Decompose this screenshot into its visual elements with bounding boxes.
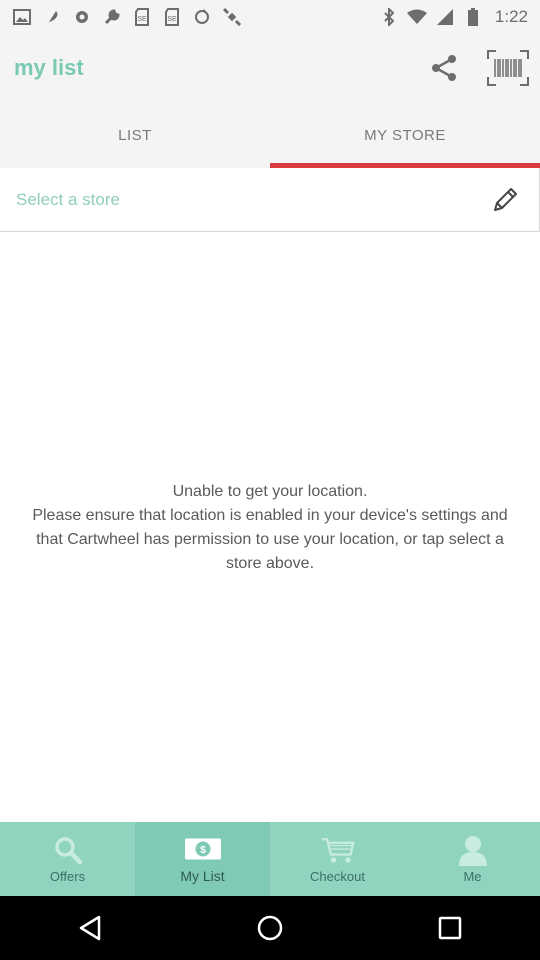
battery-icon [463,7,483,27]
feather-icon [42,7,62,27]
bottom-nav: Offers $ My List Checkout Me [0,822,540,896]
app-bar-actions [412,36,540,100]
nav-checkout[interactable]: Checkout [270,822,405,896]
nav-label: My List [180,868,225,884]
svg-text:SE: SE [167,16,177,23]
tab-list[interactable]: LIST [0,103,270,168]
share-button[interactable] [412,36,476,100]
system-status-icons: 1:22 [379,7,540,27]
notification-icons: SE SE [0,7,242,27]
tab-bar: LIST MY STORE [0,103,540,168]
bluetooth-icon [379,7,399,27]
edit-store-button[interactable] [485,180,525,220]
back-button[interactable] [60,898,120,958]
select-store-label: Select a store [16,189,120,209]
back-icon [79,915,101,941]
settings-icon [72,7,92,27]
recents-icon [438,916,462,940]
image-icon [12,7,32,27]
page-title: my list [14,55,84,80]
nav-offers[interactable]: Offers [0,822,135,896]
app-bar: my list [0,33,540,103]
cart-icon [320,835,356,865]
svg-text:$: $ [200,844,206,856]
share-icon [432,55,456,81]
location-error-message: Unable to get your location. Please ensu… [32,483,508,572]
tab-label: MY STORE [364,127,446,144]
dollar-tag-icon: $ [184,834,221,864]
wifi-icon [406,7,427,27]
nav-my-list[interactable]: $ My List [135,822,270,896]
home-button[interactable] [240,898,300,958]
signal-icon [435,7,455,27]
nav-me[interactable]: Me [405,822,540,896]
sdcard-icon: SE [162,7,182,27]
tab-my-store[interactable]: MY STORE [270,103,540,168]
recents-button[interactable] [420,898,480,958]
system-nav-bar [0,896,540,960]
svg-text:SE: SE [137,16,147,23]
barcode-scan-button[interactable] [476,36,540,100]
select-store-row[interactable]: Select a store [0,168,540,232]
barcode-scan-icon [487,50,529,86]
home-icon [257,915,283,941]
pencil-icon [494,187,517,211]
sdcard-icon: SE [132,7,152,27]
clock: 1:22 [494,6,528,26]
satellite-icon [222,7,242,27]
sync-icon [192,7,212,27]
status-bar: SE SE 1:22 [0,0,540,33]
person-icon [455,835,491,866]
tab-label: LIST [118,127,152,144]
nav-label: Me [463,868,482,884]
wrench-icon [102,7,122,27]
nav-label: Offers [49,868,86,884]
search-icon [50,835,86,865]
nav-label: Checkout [310,868,365,884]
